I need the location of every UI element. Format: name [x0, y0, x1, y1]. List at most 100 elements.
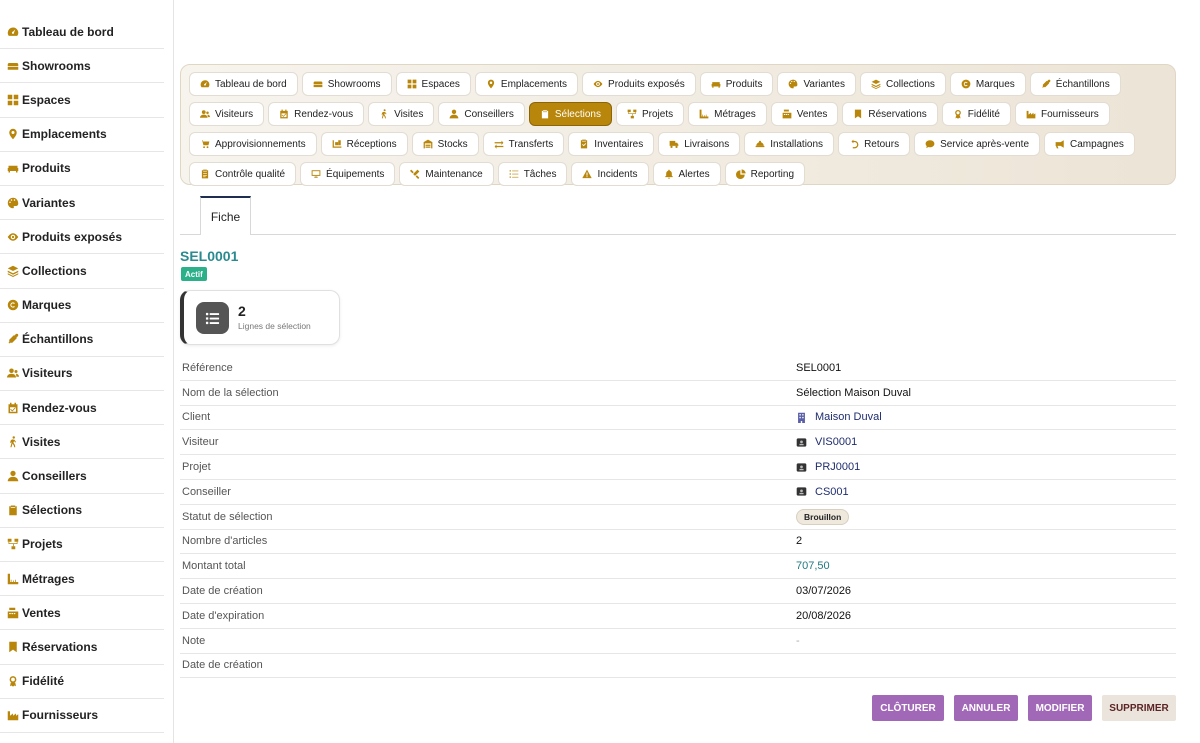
- sidebar-item-emplacements[interactable]: Emplacements: [0, 118, 164, 152]
- sidebar-item-showrooms[interactable]: Showrooms: [0, 49, 164, 84]
- sidebar-item-selections[interactable]: Sélections: [0, 494, 164, 528]
- field-link[interactable]: CS001: [815, 486, 849, 498]
- tab-fiche[interactable]: Fiche: [200, 196, 251, 235]
- sidebar-item-fournisseurs[interactable]: Fournisseurs: [0, 699, 164, 733]
- module-chip-emplacements[interactable]: Emplacements: [474, 72, 579, 96]
- module-chip-label: Échantillons: [1055, 78, 1110, 90]
- module-chip-produits[interactable]: Produits: [699, 72, 774, 96]
- sidebar-item-produits[interactable]: Produits: [0, 152, 164, 186]
- module-chip-collections[interactable]: Collections: [859, 72, 946, 96]
- field-link[interactable]: Maison Duval: [815, 411, 882, 423]
- module-chip-campagnes[interactable]: Campagnes: [1044, 132, 1135, 156]
- module-chip-visiteurs[interactable]: Visiteurs: [189, 102, 265, 126]
- bell-icon: [664, 169, 674, 179]
- module-chip-echantillons[interactable]: Échantillons: [1029, 72, 1121, 96]
- edit-button[interactable]: MODIFIER: [1028, 695, 1092, 721]
- industry-icon: [1026, 109, 1036, 119]
- sidebar-item-projets[interactable]: Projets: [0, 528, 164, 562]
- field-row-visiteur: Visiteur VIS0001: [180, 430, 1176, 456]
- ruler-icon: [6, 572, 19, 585]
- truck-loading-icon: [332, 139, 342, 149]
- module-chip-selections[interactable]: Sélections: [528, 102, 612, 126]
- sidebar-item-ventes[interactable]: Ventes: [0, 596, 164, 631]
- field-row-statut-de-selection: Statut de sélection Brouillon: [180, 505, 1176, 530]
- sidebar-item-produits-exposes[interactable]: Produits exposés: [0, 220, 164, 255]
- module-chip-label: Incidents: [597, 168, 638, 180]
- module-chip-espaces[interactable]: Espaces: [395, 72, 471, 96]
- module-chip-incidents[interactable]: Incidents: [571, 162, 649, 186]
- field-row-conseiller: Conseiller CS001: [180, 480, 1176, 505]
- module-chip-tableau-de-bord[interactable]: Tableau de bord: [189, 72, 298, 96]
- close-button[interactable]: CLÔTURER: [872, 695, 944, 721]
- module-chip-fournisseurs[interactable]: Fournisseurs: [1015, 102, 1110, 126]
- chart-pie-icon: [735, 169, 746, 179]
- module-chip-inventaires[interactable]: Inventaires: [568, 132, 655, 156]
- couch-icon: [711, 79, 721, 89]
- module-chip-stocks[interactable]: Stocks: [411, 132, 479, 156]
- module-chip-variantes[interactable]: Variantes: [777, 72, 856, 96]
- module-chip-service-apres-vente[interactable]: Service après-vente: [914, 132, 1041, 156]
- module-chip-label: Variantes: [803, 78, 845, 90]
- sidebar-item-echantillons[interactable]: Échantillons: [0, 323, 164, 357]
- module-chip-conseillers[interactable]: Conseillers: [438, 102, 525, 126]
- module-chip-taches[interactable]: Tâches: [497, 162, 568, 186]
- field-label: Date d'expiration: [182, 609, 265, 622]
- sidebar-item-metrages[interactable]: Métrages: [0, 562, 164, 597]
- stat-card-selection-lines[interactable]: 2 Lignes de sélection: [180, 290, 340, 345]
- sidebar-item-espaces[interactable]: Espaces: [0, 83, 164, 118]
- module-chip-reporting[interactable]: Reporting: [724, 162, 805, 186]
- sidebar-item-collections[interactable]: Collections: [0, 254, 164, 289]
- sidebar-item-visites[interactable]: Visites: [0, 425, 164, 460]
- sidebar-item-fidelite[interactable]: Fidélité: [0, 665, 164, 699]
- module-chip-fidelite[interactable]: Fidélité: [941, 102, 1011, 126]
- module-chip-alertes[interactable]: Alertes: [652, 162, 721, 186]
- module-chip-produits-exposes[interactable]: Produits exposés: [582, 72, 696, 96]
- tab-bar: Fiche: [180, 195, 1176, 235]
- module-chip-metrages[interactable]: Métrages: [688, 102, 767, 126]
- copyright-icon: [6, 299, 19, 312]
- module-chip-retours[interactable]: Retours: [838, 132, 911, 156]
- sidebar-item-tableau-de-bord[interactable]: Tableau de bord: [0, 15, 164, 50]
- cancel-button[interactable]: ANNULER: [954, 695, 1018, 721]
- field-row-date-d-expiration: Date d'expiration 20/08/2026: [180, 604, 1176, 629]
- module-chip-controle-qualite[interactable]: Contrôle qualité: [189, 162, 297, 186]
- field-row-nom-de-la-selection: Nom de la sélection Sélection Maison Duva…: [180, 381, 1176, 406]
- module-chip-projets[interactable]: Projets: [615, 102, 685, 126]
- module-chip-label: Produits exposés: [608, 78, 685, 90]
- clipboard-icon: [540, 109, 550, 119]
- field-link[interactable]: PRJ0001: [815, 461, 860, 473]
- sidebar-item-variantes[interactable]: Variantes: [0, 186, 164, 221]
- field-value-cell: VIS0001: [796, 436, 857, 448]
- sidebar-item-marques[interactable]: Marques: [0, 289, 164, 323]
- module-chip-installations[interactable]: Installations: [744, 132, 835, 156]
- module-chip-rendez-vous[interactable]: Rendez-vous: [268, 102, 365, 126]
- sidebar-item-visiteurs[interactable]: Visiteurs: [0, 357, 164, 392]
- module-chip-transferts[interactable]: Transferts: [482, 132, 565, 156]
- module-chip-receptions[interactable]: Réceptions: [320, 132, 408, 156]
- field-link[interactable]: VIS0001: [815, 436, 857, 448]
- building-icon: [796, 412, 807, 423]
- module-chip-visites[interactable]: Visites: [368, 102, 435, 126]
- module-chip-label: Collections: [885, 78, 935, 90]
- module-chip-approvisionnements[interactable]: Approvisionnements: [189, 132, 317, 156]
- calendar-icon: [279, 109, 289, 119]
- sidebar-item-reservations[interactable]: Réservations: [0, 630, 164, 665]
- sidebar-item-conseillers[interactable]: Conseillers: [0, 459, 164, 494]
- eye-icon: [6, 230, 19, 243]
- sidebar-item-label: Ventes: [22, 605, 61, 620]
- module-chip-maintenance[interactable]: Maintenance: [399, 162, 494, 186]
- sidebar-item-rendez-vous[interactable]: Rendez-vous: [0, 391, 164, 426]
- module-chip-label: Réservations: [868, 108, 927, 120]
- module-chip-equipements[interactable]: Équipements: [300, 162, 396, 186]
- delete-button[interactable]: SUPPRIMER: [1102, 695, 1176, 721]
- module-chip-label: Fidélité: [967, 108, 1000, 120]
- module-chip-livraisons[interactable]: Livraisons: [658, 132, 741, 156]
- module-chip-marques[interactable]: Marques: [949, 72, 1026, 96]
- module-chip-showrooms[interactable]: Showrooms: [301, 72, 392, 96]
- module-chip-label: Visites: [394, 108, 424, 120]
- calendar-icon: [6, 401, 19, 414]
- module-chip-reservations[interactable]: Réservations: [842, 102, 938, 126]
- field-label: Date de création: [182, 659, 263, 672]
- module-chip-label: Produits: [725, 78, 763, 90]
- module-chip-ventes[interactable]: Ventes: [770, 102, 839, 126]
